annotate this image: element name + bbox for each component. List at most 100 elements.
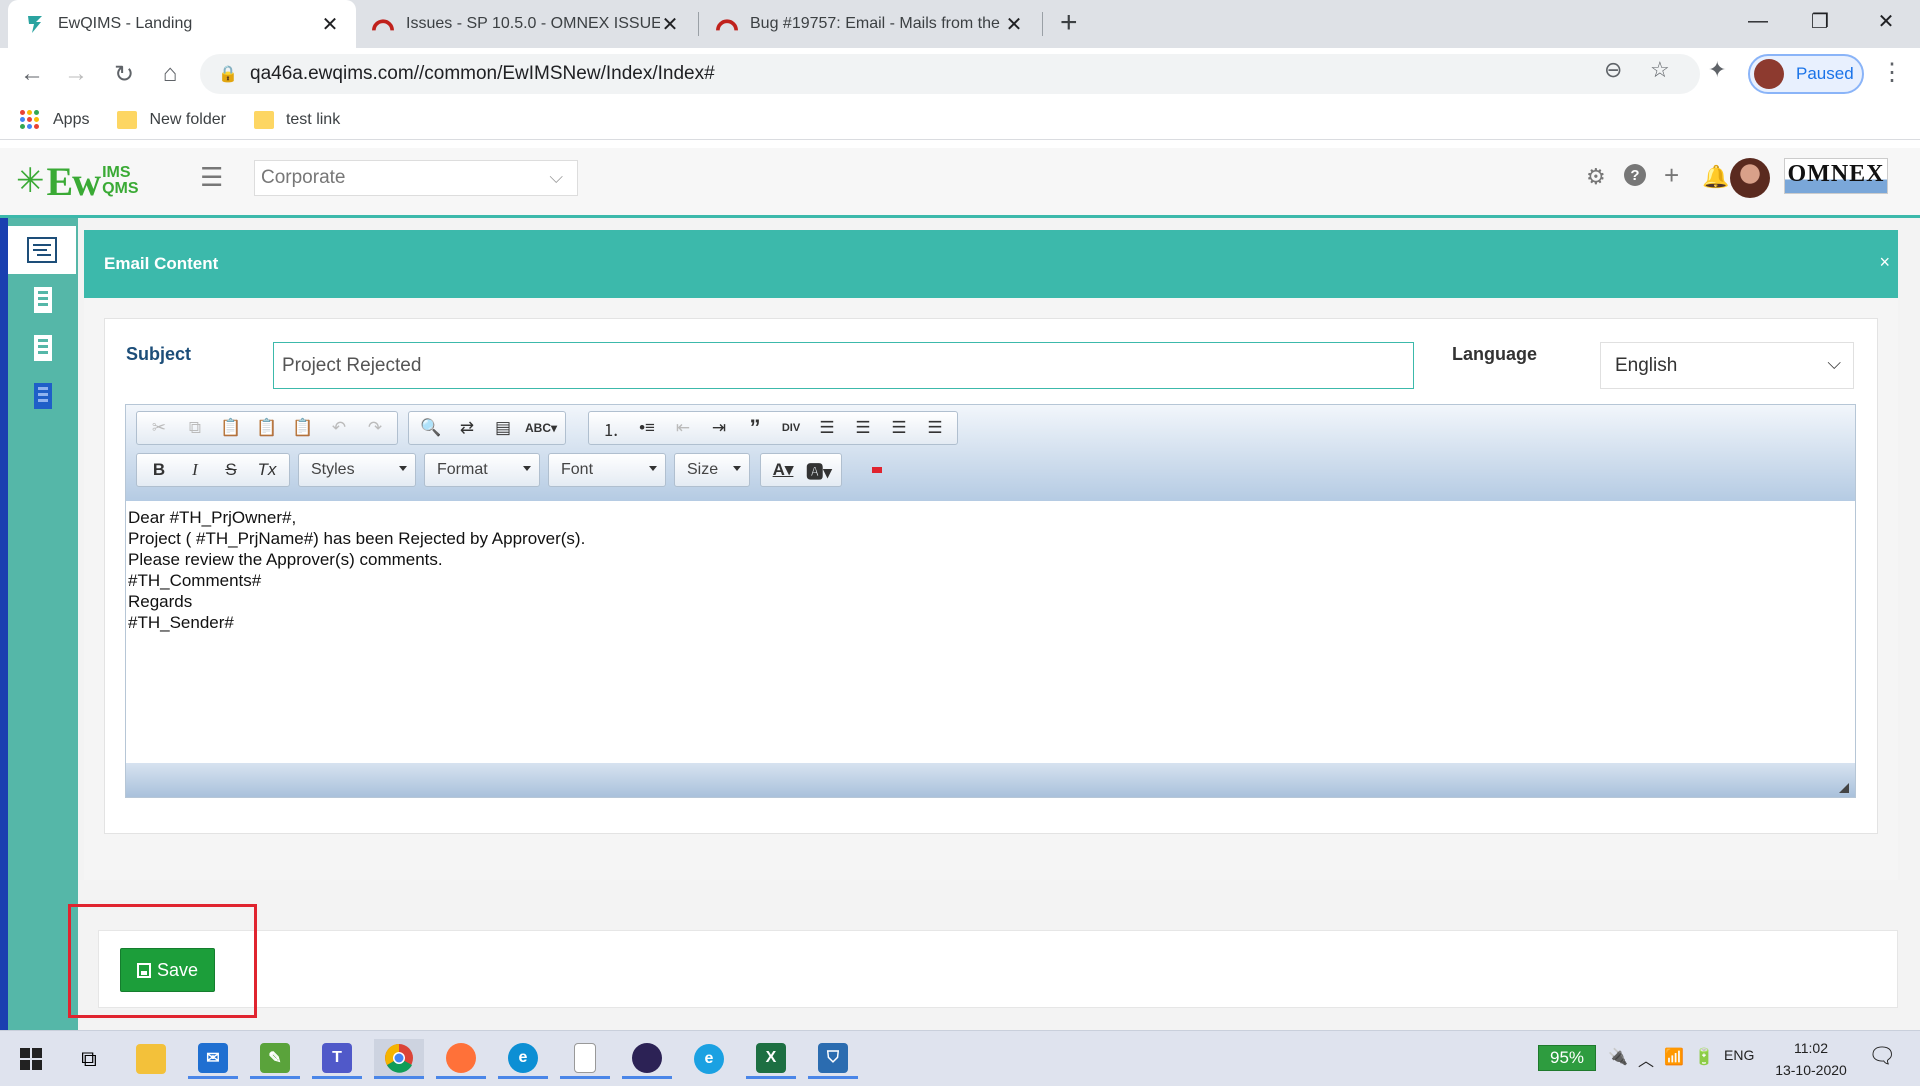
language-select[interactable]: English ⌵	[1600, 342, 1854, 389]
paste-icon[interactable]: 📋	[213, 413, 249, 443]
paste-text-icon[interactable]: 📋	[249, 413, 285, 443]
system-clock[interactable]: 11:02 13-10-2020	[1766, 1037, 1856, 1081]
plus-icon[interactable]: +	[1664, 160, 1679, 191]
file-explorer-icon[interactable]	[126, 1039, 176, 1079]
teams-icon[interactable]: T	[312, 1039, 362, 1079]
tab-bug-19757[interactable]: Bug #19757: Email - Mails from the ✕	[700, 0, 1040, 48]
windows-start-icon[interactable]	[6, 1039, 56, 1079]
zoom-icon[interactable]: ⊖	[1604, 57, 1622, 83]
close-window-icon[interactable]: ✕	[1856, 0, 1916, 42]
profile-button[interactable]: Paused	[1748, 54, 1864, 94]
outdent-icon[interactable]: ⇤	[665, 413, 701, 443]
format-combo[interactable]: Format	[424, 453, 540, 487]
task-view-icon[interactable]: ⧉	[64, 1039, 114, 1079]
replace-icon[interactable]: ⇄	[449, 413, 485, 443]
new-tab-icon[interactable]: +	[1060, 6, 1078, 40]
tab-issues[interactable]: Issues - SP 10.5.0 - OMNEX ISSUE T ✕	[356, 0, 696, 48]
logo-star-icon: ✳	[16, 162, 45, 200]
paint-icon[interactable]: ✎	[250, 1039, 300, 1079]
background-color-icon[interactable]: 🅰▾	[801, 455, 837, 485]
font-combo[interactable]: Font	[548, 453, 666, 487]
eclipse-icon[interactable]	[622, 1039, 672, 1079]
close-tab-icon[interactable]: ✕	[1004, 12, 1024, 37]
bookmark-star-icon[interactable]: ☆	[1650, 57, 1670, 83]
resize-grip-icon[interactable]	[1839, 783, 1849, 793]
gear-icon[interactable]: ⚙	[1586, 164, 1606, 190]
bookmark-new-folder[interactable]: New folder	[117, 110, 226, 129]
input-language[interactable]: ENG	[1724, 1047, 1754, 1063]
wifi-icon[interactable]: 📶	[1664, 1047, 1684, 1067]
indent-icon[interactable]: ⇥	[701, 413, 737, 443]
restore-icon[interactable]: ❐	[1790, 0, 1850, 42]
corporate-select[interactable]: Corporate ⌵	[254, 160, 578, 196]
find-icon[interactable]: 🔍	[413, 413, 449, 443]
rail-item-building-3[interactable]	[8, 372, 78, 420]
building-icon	[34, 335, 52, 361]
bullet-list-icon[interactable]: •≡	[629, 413, 665, 443]
bold-icon[interactable]: B	[141, 455, 177, 485]
paste-word-icon[interactable]: 📋	[285, 413, 321, 443]
redo-icon[interactable]: ↷	[357, 413, 393, 443]
chevron-up-icon[interactable]: ︿	[1638, 1047, 1654, 1071]
close-tab-icon[interactable]: ✕	[660, 12, 680, 37]
subject-input[interactable]	[273, 342, 1414, 389]
rail-item-building-2[interactable]	[8, 324, 78, 372]
select-all-icon[interactable]: ▤	[485, 413, 521, 443]
bell-icon[interactable]: 🔔	[1702, 164, 1729, 190]
hamburger-menu-icon[interactable]: ☰	[200, 162, 223, 193]
minimize-icon[interactable]: —	[1728, 0, 1788, 42]
user-avatar[interactable]	[1730, 158, 1770, 198]
power-plug-icon[interactable]: 🔌	[1608, 1047, 1628, 1067]
styles-combo[interactable]: Styles	[298, 453, 416, 487]
align-right-icon[interactable]: ☰	[881, 413, 917, 443]
tab-ewqims-landing[interactable]: EwQIMS - Landing ✕	[8, 0, 356, 48]
tab-title: Bug #19757: Email - Mails from the	[750, 15, 1000, 32]
extensions-icon[interactable]: ✦	[1708, 57, 1726, 83]
mail-icon[interactable]: ✉	[188, 1039, 238, 1079]
edge-icon[interactable]: e	[498, 1039, 548, 1079]
back-icon[interactable]: ←	[16, 58, 48, 90]
numbered-list-icon[interactable]: ⒈	[593, 413, 629, 443]
justify-icon[interactable]: ☰	[917, 413, 953, 443]
security-shield-icon[interactable]: ⛉	[808, 1039, 858, 1079]
address-bar[interactable]: 🔒 qa46a.ewqims.com//common/EwIMSNew/Inde…	[200, 54, 1700, 94]
rail-edge	[0, 218, 8, 1030]
internet-explorer-icon[interactable]: e	[684, 1039, 734, 1079]
align-center-icon[interactable]: ☰	[845, 413, 881, 443]
size-combo[interactable]: Size	[674, 453, 750, 487]
spellcheck-icon[interactable]: ABC▾	[521, 413, 561, 443]
excel-icon[interactable]: X	[746, 1039, 796, 1079]
notifications-icon[interactable]: 🗨	[1868, 1043, 1896, 1069]
app-header: ✳ Ew IMS QMS ☰ Corporate ⌵ ⚙ ? + 🔔 OMNEX	[0, 148, 1920, 218]
close-tab-icon[interactable]: ✕	[320, 12, 340, 37]
strike-icon[interactable]: S	[213, 455, 249, 485]
div-container-icon[interactable]: DIV	[773, 413, 809, 443]
logo-ims: IMS	[102, 164, 131, 181]
rail-item-menu[interactable]	[8, 226, 76, 274]
battery-percent-badge[interactable]: 95%	[1538, 1045, 1596, 1071]
home-icon[interactable]: ⌂	[154, 58, 186, 90]
rail-item-building-1[interactable]	[8, 276, 78, 324]
forward-icon[interactable]: →	[60, 58, 92, 90]
cut-icon[interactable]: ✂	[141, 413, 177, 443]
editor-content[interactable]: Dear #TH_PrjOwner#, Project ( #TH_PrjNam…	[126, 501, 1855, 763]
reload-icon[interactable]: ↻	[108, 58, 140, 90]
chrome-icon[interactable]	[374, 1039, 424, 1079]
close-icon[interactable]: ×	[1879, 252, 1890, 273]
italic-icon[interactable]: I	[177, 455, 213, 485]
blockquote-icon[interactable]: ”	[737, 413, 773, 443]
text-color-icon[interactable]: A▾	[765, 455, 801, 485]
red-marker-icon	[872, 467, 882, 473]
help-icon[interactable]: ?	[1624, 164, 1646, 186]
firefox-icon[interactable]	[436, 1039, 486, 1079]
ewqms-logo[interactable]: ✳ Ew IMS QMS	[16, 156, 139, 206]
copy-icon[interactable]: ⧉	[177, 413, 213, 443]
bookmark-test-link[interactable]: test link	[253, 110, 340, 129]
document-icon[interactable]	[560, 1039, 610, 1079]
remove-format-icon[interactable]: Tx	[249, 455, 285, 485]
browser-menu-icon[interactable]: ⋮	[1880, 58, 1904, 87]
battery-icon[interactable]: 🔋	[1694, 1047, 1714, 1067]
align-left-icon[interactable]: ☰	[809, 413, 845, 443]
undo-icon[interactable]: ↶	[321, 413, 357, 443]
bookmark-apps[interactable]: Apps	[20, 110, 89, 129]
